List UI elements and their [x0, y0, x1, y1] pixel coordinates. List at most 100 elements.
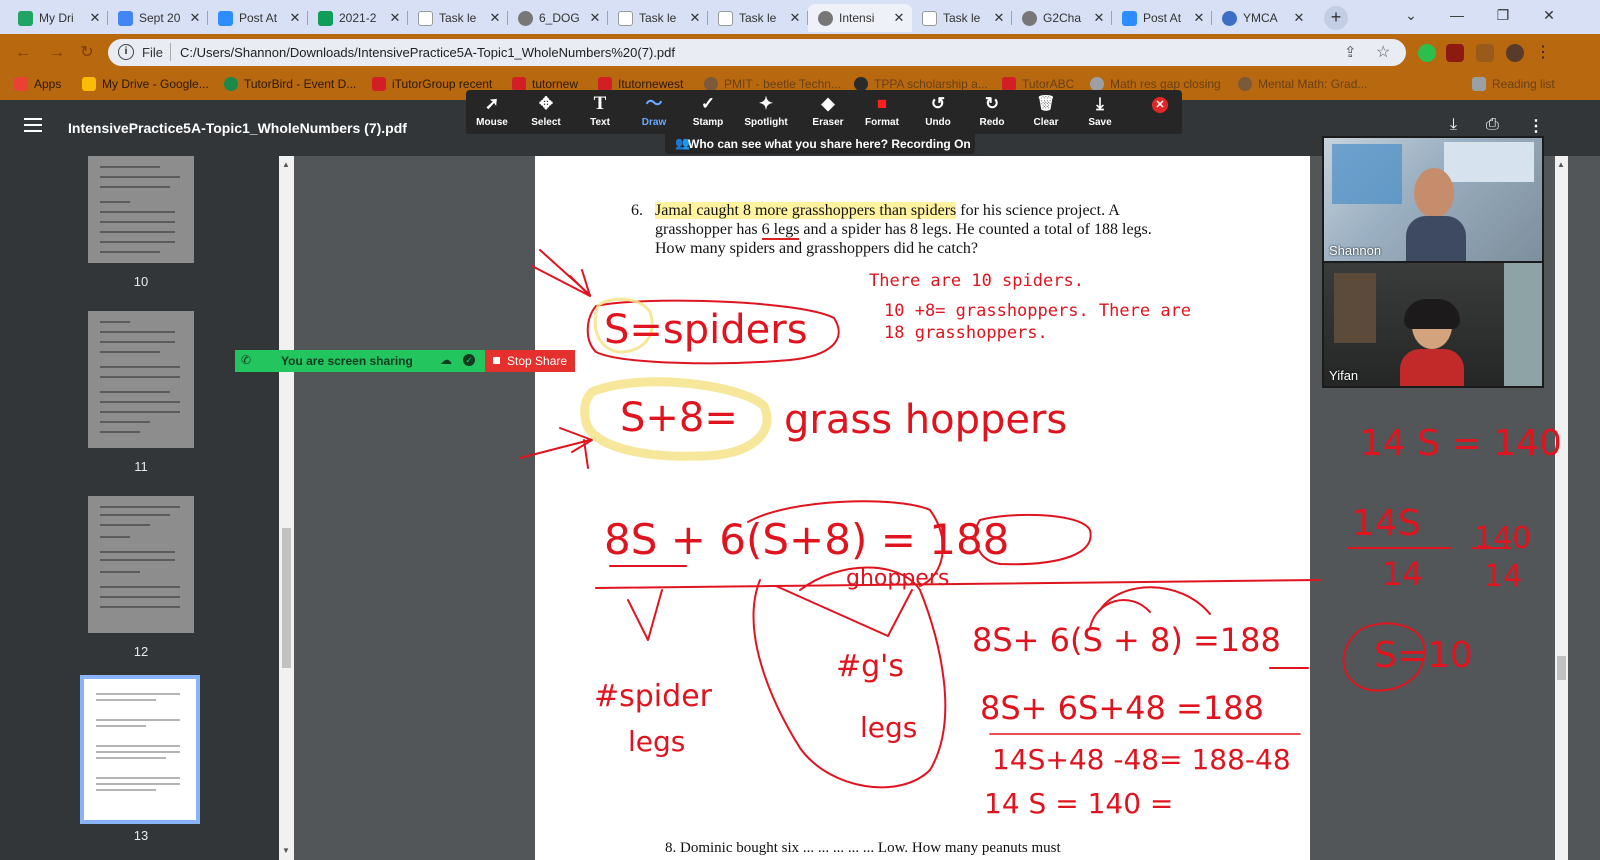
text-icon: T — [593, 93, 607, 114]
tab-task-3[interactable]: Task le ✕ — [708, 4, 808, 32]
tool-stamp[interactable]: ✓ Stamp — [682, 93, 734, 128]
ublock-icon[interactable] — [1446, 44, 1464, 62]
bookmark-my-drive[interactable]: My Drive - Google... — [82, 77, 209, 91]
thumbnail-page-11[interactable] — [88, 311, 194, 448]
print-icon[interactable]: ⎙ — [1486, 116, 1499, 134]
tool-eraser[interactable]: ◆ Eraser — [802, 93, 854, 128]
close-icon[interactable]: ✕ — [990, 10, 1008, 26]
bookmark-mental-math[interactable]: Mental Math: Grad... — [1238, 77, 1367, 91]
close-icon[interactable]: ✕ — [586, 10, 604, 26]
forward-icon[interactable]: → — [46, 42, 68, 64]
video-tile-yifan[interactable]: Yifan — [1324, 263, 1542, 386]
tab-task-4[interactable]: Task le ✕ — [912, 4, 1012, 32]
close-icon[interactable]: ✕ — [186, 10, 204, 26]
shield-check-icon: ✓ — [463, 354, 475, 366]
bookmark-tutorbird[interactable]: TutorBird - Event D... — [224, 77, 356, 91]
close-icon[interactable]: ✕ — [386, 10, 404, 26]
tool-spotlight[interactable]: ✦ Spotlight — [740, 93, 792, 128]
tab-g2chat[interactable]: G2Cha ✕ — [1012, 4, 1112, 32]
menu-icon[interactable] — [24, 118, 42, 132]
tool-undo[interactable]: ↺ Undo — [912, 93, 964, 128]
close-icon[interactable]: ✕ — [1090, 10, 1108, 26]
bookmark-apps[interactable]: Apps — [14, 77, 61, 91]
tab-dog[interactable]: 6_DOG ✕ — [508, 4, 608, 32]
tab-sheet[interactable]: 2021-2 ✕ — [308, 4, 408, 32]
bookmark-itutornewest[interactable]: Itutornewest — [598, 77, 683, 91]
page-scrollbar[interactable]: ▲ — [1555, 156, 1568, 860]
tool-save[interactable]: ⤓ Save — [1074, 93, 1126, 128]
bookmark-pmit[interactable]: PMIT - beetle Techn... — [704, 77, 841, 91]
bookmark-star-icon[interactable]: ☆ — [1376, 42, 1390, 62]
info-icon[interactable]: i — [118, 44, 134, 60]
scroll-up-icon[interactable]: ▲ — [282, 160, 290, 169]
menu-kebab-icon[interactable]: ⋮ — [1532, 42, 1554, 64]
close-icon[interactable]: ✕ — [890, 10, 908, 26]
video-tile-shannon[interactable]: Shannon — [1324, 138, 1542, 261]
ink-right-num-left: 14S — [1352, 503, 1421, 544]
thumbnail-page-13-selected[interactable] — [80, 675, 200, 824]
url-text[interactable]: C:/Users/Shannon/Downloads/IntensivePrac… — [180, 45, 675, 60]
tab-sept[interactable]: Sept 20 ✕ — [108, 4, 208, 32]
tool-select[interactable]: ✥ Select — [520, 93, 572, 128]
page-scroll-thumb[interactable] — [1557, 656, 1566, 680]
sharing-status[interactable]: ✆ You are screen sharing ☁ ✓ — [235, 350, 485, 372]
thumbnail-page-10[interactable] — [88, 156, 194, 263]
question-8-fragment: 8. Dominic bought six ... ... ... ... ..… — [665, 840, 1061, 856]
tab-my-drive[interactable]: My Dri ✕ — [8, 4, 108, 32]
back-icon[interactable]: ← — [12, 42, 34, 64]
tab-ymca[interactable]: YMCA ✕ — [1212, 4, 1312, 32]
tool-clear[interactable]: 🗑 Clear — [1020, 93, 1072, 128]
scroll-up-icon[interactable]: ▲ — [1557, 160, 1565, 169]
recording-notice[interactable]: 👥 Who can see what you share here? Recor… — [665, 134, 975, 154]
minimize-button[interactable]: — — [1434, 0, 1480, 30]
bookmark-itutorgroup[interactable]: iTutorGroup recent — [372, 77, 492, 91]
tool-mouse[interactable]: ➚ Mouse — [466, 93, 518, 128]
close-window-button[interactable]: ✕ — [1526, 0, 1572, 30]
tool-redo[interactable]: ↻ Redo — [966, 93, 1018, 128]
pdf-title: IntensivePractice5A-Topic1_WholeNumbers … — [68, 120, 407, 136]
download-icon[interactable]: ⤓ — [1450, 116, 1457, 134]
bookmark-reading-list[interactable]: Reading list — [1472, 77, 1555, 91]
tab-intensive-active[interactable]: Intensi ✕ — [808, 4, 912, 32]
more-actions-icon[interactable]: ⋮ — [1528, 116, 1544, 136]
ink-right-eq-1: 14 S = 140 — [1360, 423, 1562, 464]
bookmark-tutornew[interactable]: tutornew — [512, 77, 578, 91]
tab-task-1[interactable]: Task le ✕ — [408, 4, 508, 32]
move-icon: ✥ — [538, 94, 554, 113]
reload-icon[interactable]: ↻ — [76, 42, 98, 64]
spotlight-wand-icon: ✦ — [758, 94, 774, 113]
close-icon[interactable]: ✕ — [486, 10, 504, 26]
page-number-13: 13 — [133, 828, 149, 843]
tab-post-at[interactable]: Post At ✕ — [208, 4, 308, 32]
bookmark-math-res[interactable]: Math res gap closing — [1090, 77, 1221, 91]
share-icon[interactable]: ⇪ — [1344, 43, 1357, 61]
tab-search-icon[interactable]: ⌄ — [1388, 0, 1434, 30]
bookmark-tppa[interactable]: TPPA scholarship a... — [854, 77, 988, 91]
tab-post-at-2[interactable]: Post At ✕ — [1112, 4, 1212, 32]
restore-button[interactable]: ❐ — [1480, 0, 1526, 30]
puzzle-icon[interactable] — [1476, 44, 1494, 62]
new-tab-button[interactable]: + — [1324, 6, 1348, 30]
close-icon[interactable]: ✕ — [686, 10, 704, 26]
sidebar-scrollbar[interactable]: ▲ ▼ — [279, 156, 294, 860]
close-icon[interactable]: ✕ — [286, 10, 304, 26]
close-annotation-button[interactable]: ✕ — [1152, 97, 1168, 113]
tool-format[interactable]: ■ Format — [856, 93, 908, 128]
close-icon[interactable]: ✕ — [786, 10, 804, 26]
close-icon[interactable]: ✕ — [1290, 10, 1308, 26]
bookmark-tutorabc[interactable]: TutorABC — [1002, 77, 1074, 91]
stop-share-button[interactable]: Stop Share — [485, 350, 575, 372]
close-icon[interactable]: ✕ — [1190, 10, 1208, 26]
close-icon[interactable]: ✕ — [86, 10, 104, 26]
profile-avatar[interactable] — [1506, 44, 1524, 62]
address-bar[interactable]: i File C:/Users/Shannon/Downloads/Intens… — [108, 39, 1406, 66]
itutor-icon — [598, 77, 612, 91]
sidebar-scroll-thumb[interactable] — [282, 528, 291, 668]
tab-task-2[interactable]: Task le ✕ — [608, 4, 708, 32]
thumbnail-page-12[interactable] — [88, 496, 194, 633]
scroll-down-icon[interactable]: ▼ — [282, 846, 290, 855]
tool-text[interactable]: T Text — [574, 93, 626, 128]
tool-draw[interactable]: 〜 Draw — [628, 93, 680, 128]
extension-green-icon[interactable] — [1418, 44, 1436, 62]
tppa-icon — [854, 77, 868, 91]
